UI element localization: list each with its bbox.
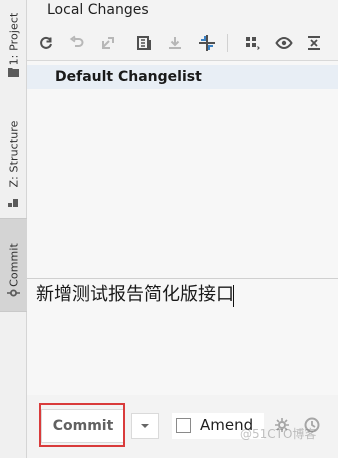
move-button[interactable] bbox=[97, 32, 119, 54]
toolbar-separator bbox=[227, 34, 228, 52]
default-changelist-label: Default Changelist bbox=[55, 69, 202, 85]
refresh-icon bbox=[40, 36, 52, 49]
default-changelist-row[interactable]: Default Changelist bbox=[27, 65, 338, 89]
diff-button[interactable] bbox=[133, 32, 155, 54]
chevron-down-icon bbox=[141, 424, 149, 428]
rollback-button[interactable] bbox=[66, 32, 88, 54]
group-by-button[interactable] bbox=[241, 32, 263, 54]
commit-tool-window: 1: Project Z: Structure Commit Local Cha… bbox=[0, 0, 338, 458]
commit-options-dropdown[interactable] bbox=[131, 413, 159, 439]
window-title: Local Changes bbox=[47, 2, 149, 18]
main-panel: Local Changes Default Changelist 新增测试报告简… bbox=[27, 0, 338, 458]
commit-icon bbox=[7, 289, 20, 297]
watermark: @51CTO博客 bbox=[240, 427, 317, 441]
tab-commit[interactable]: Commit bbox=[0, 218, 27, 312]
move-icon bbox=[102, 37, 114, 49]
shelve-button[interactable] bbox=[164, 32, 186, 54]
amend-checkbox[interactable] bbox=[176, 418, 191, 433]
update-icon bbox=[199, 35, 215, 51]
expand-all-button[interactable] bbox=[303, 32, 325, 54]
tab-project-label: 1: Project bbox=[7, 12, 20, 66]
refresh-button[interactable] bbox=[35, 32, 57, 54]
diff-icon bbox=[137, 36, 151, 50]
tab-project[interactable]: 1: Project bbox=[0, 0, 27, 78]
view-options-button[interactable] bbox=[273, 32, 295, 54]
update-button[interactable] bbox=[196, 32, 218, 54]
group-by-icon bbox=[246, 37, 260, 50]
changes-toolbar bbox=[27, 28, 338, 60]
commit-actions-bar: Commit Amend @51CTO博客 bbox=[27, 395, 338, 458]
folder-icon bbox=[8, 68, 19, 77]
tool-window-strip: 1: Project Z: Structure Commit bbox=[0, 0, 27, 458]
expand-all-icon bbox=[308, 36, 320, 50]
shelve-icon bbox=[169, 37, 181, 49]
commit-message-editor[interactable]: 新增测试报告简化版接口 bbox=[27, 279, 338, 395]
tab-structure[interactable]: Z: Structure bbox=[0, 94, 27, 214]
commit-message-text: 新增测试报告简化版接口 bbox=[36, 284, 234, 305]
commit-button-highlight bbox=[39, 403, 125, 447]
text-caret bbox=[233, 285, 234, 307]
rollback-icon bbox=[69, 35, 84, 47]
tab-commit-label: Commit bbox=[7, 243, 20, 287]
structure-icon bbox=[8, 199, 18, 207]
changes-tree-panel: Default Changelist bbox=[27, 60, 338, 278]
view-options-icon bbox=[275, 36, 293, 50]
tab-structure-label: Z: Structure bbox=[7, 120, 20, 188]
